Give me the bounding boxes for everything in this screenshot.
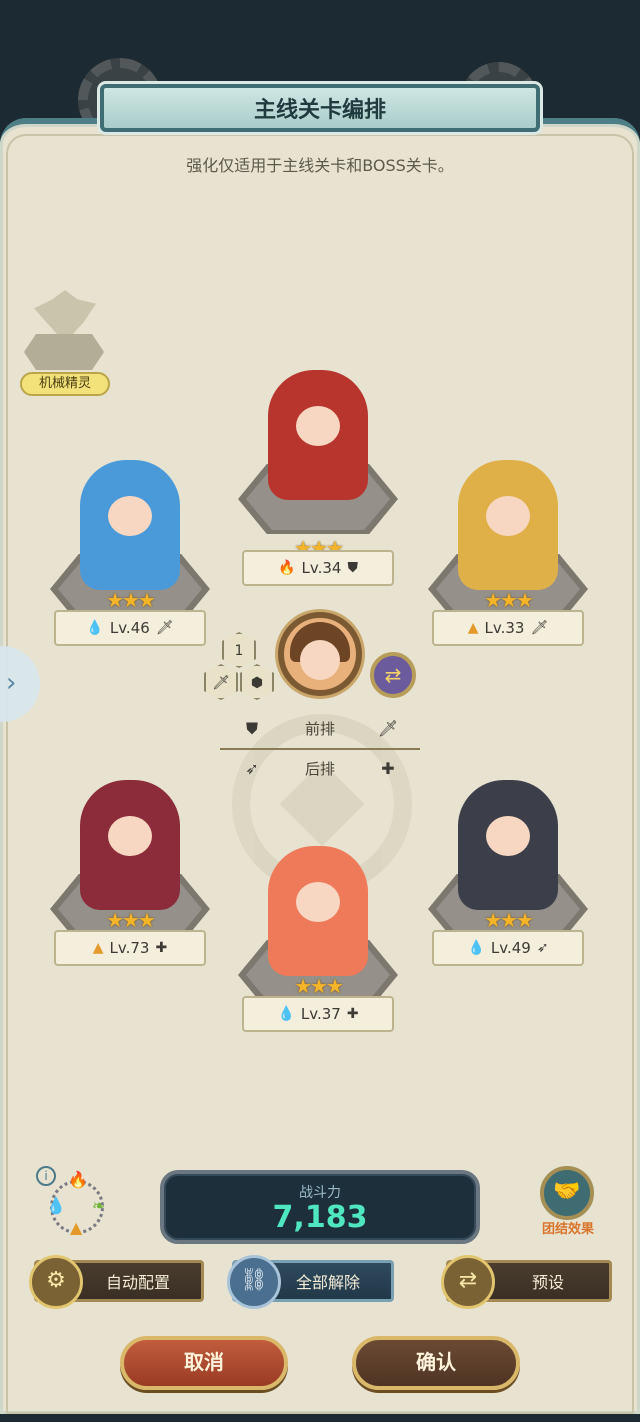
gear-icon: ⚙: [29, 1255, 83, 1309]
water-element-icon: 💧: [277, 1006, 295, 1022]
hero-slot-top-center[interactable]: ★★★ 🔥 Lv.34 ⛊: [228, 370, 408, 586]
shield-icon: ⛊: [245, 718, 258, 738]
hero-stars: ★★★: [484, 588, 534, 612]
archer-role-icon: ➶: [536, 940, 549, 956]
boss-slot[interactable]: 机械精灵: [20, 290, 110, 400]
handshake-icon: 🤝: [540, 1166, 594, 1220]
earth-element-icon: ▲: [92, 940, 104, 956]
page-title: 主线关卡编排: [253, 98, 386, 123]
sword-role-icon: 🗡: [155, 620, 174, 636]
hero-level-card: 🔥 Lv.34 ⛊: [242, 550, 394, 586]
combat-power-panel: 战斗力 7,183: [160, 1170, 480, 1244]
hero-stars: ★★★: [106, 588, 156, 612]
chain-icon: ⛓: [227, 1255, 281, 1309]
hero-slot-bottom-center[interactable]: ★★★ 💧 Lv.37 ✚: [228, 846, 408, 1056]
hero-slot-bottom-right[interactable]: ★★★ 💧 Lv.49 ➶: [418, 780, 598, 990]
subtitle-text: 强化仅适用于主线关卡和BOSS关卡。: [186, 156, 454, 175]
portrait-face: [300, 640, 340, 680]
cancel-button[interactable]: 取消: [120, 1336, 288, 1390]
combat-power-label: 战斗力: [299, 1185, 341, 1201]
legend-divider: [220, 748, 420, 750]
preset-button[interactable]: ⇄ 预设: [441, 1255, 612, 1309]
hero-level-card: ▲ Lv.33 🗡: [432, 610, 584, 646]
sword-role-icon: 🗡: [530, 620, 549, 636]
hero-level: Lv.37: [300, 1005, 341, 1023]
leaf-element-icon: ❧: [92, 1196, 106, 1215]
back-row-legend: ➶ 后排 ✚: [240, 758, 400, 779]
water-element-icon: 💧: [86, 620, 104, 636]
preset-label: 预设: [531, 1273, 564, 1292]
plus-icon: ✚: [381, 759, 395, 778]
hero-level: Lv.33: [484, 619, 525, 637]
hero-figure: [80, 780, 180, 910]
back-row-label: 后排: [304, 760, 335, 778]
water-element-icon: 💧: [46, 1196, 66, 1215]
auto-assign-label: 自动配置: [105, 1273, 170, 1292]
confirm-button[interactable]: 确认: [352, 1336, 520, 1390]
hero-figure: [458, 460, 558, 590]
front-row-legend: ⛊ 前排 🗡: [240, 718, 400, 739]
front-row-label: 前排: [304, 720, 335, 738]
leader-portrait[interactable]: [278, 612, 362, 696]
earth-element-icon: ▲: [467, 620, 479, 636]
water-element-icon: 💧: [467, 940, 485, 956]
combat-power-value: 7,183: [272, 1200, 368, 1235]
info-icon[interactable]: i: [36, 1166, 56, 1186]
support-role-icon: ✚: [346, 1006, 359, 1022]
hero-level: Lv.46: [109, 619, 150, 637]
bond-effect-button[interactable]: 🤝 团结效果: [530, 1166, 606, 1240]
hero-level: Lv.49: [490, 939, 531, 957]
hero-level-card: 💧 Lv.37 ✚: [242, 996, 394, 1032]
sword-icon: 🗡: [377, 719, 399, 738]
earth-element-icon: ▲: [70, 1218, 83, 1237]
leader-panel: 1 🗡 ⬢ ⇄: [200, 612, 430, 722]
hero-stars: ★★★: [294, 974, 344, 998]
hero-figure: [268, 370, 368, 500]
fire-element-icon: 🔥: [68, 1170, 88, 1189]
fire-element-icon: 🔥: [278, 560, 296, 576]
release-all-button[interactable]: ⛓ 全部解除: [227, 1255, 394, 1309]
bow-icon: ➶: [245, 759, 259, 778]
title-banner: 主线关卡编排: [100, 84, 540, 132]
release-all-label: 全部解除: [295, 1273, 360, 1292]
auto-assign-button[interactable]: ⚙ 自动配置: [29, 1255, 204, 1309]
hero-level-card: ▲ Lv.73 ✚: [54, 930, 206, 966]
hero-stars: ★★★: [106, 908, 156, 932]
sword-filter-icon[interactable]: 🗡: [204, 664, 238, 700]
support-role-icon: ✚: [155, 940, 168, 956]
boss-label: 机械精灵: [20, 372, 110, 396]
hero-level-card: 💧 Lv.49 ➶: [432, 930, 584, 966]
hero-stars: ★★★: [484, 908, 534, 932]
row-legend: ⛊ 前排 🗡 ➶ 后排 ✚: [200, 712, 440, 792]
hero-slot-top-right[interactable]: ★★★ ▲ Lv.33 🗡: [418, 460, 598, 670]
hero-figure: [80, 460, 180, 590]
shield-role-icon: ⛊: [347, 560, 358, 576]
hero-figure: [458, 780, 558, 910]
swap-leader-button[interactable]: ⇄: [370, 652, 416, 698]
cube-filter-icon[interactable]: ⬢: [240, 664, 274, 700]
element-wheel[interactable]: i 🔥 💧 ❧ ▲: [36, 1166, 116, 1246]
hero-level: Lv.73: [109, 939, 150, 957]
hero-slot-bottom-left[interactable]: ★★★ ▲ Lv.73 ✚: [40, 780, 220, 990]
hero-slot-top-left[interactable]: ★★★ 💧 Lv.46 🗡: [40, 460, 220, 670]
boss-silhouette-icon: [34, 290, 96, 336]
hero-level-card: 💧 Lv.46 🗡: [54, 610, 206, 646]
boss-pedestal: [24, 334, 104, 370]
bond-effect-label: 团结效果: [541, 1222, 594, 1237]
hero-level: Lv.34: [301, 559, 342, 577]
hero-figure: [268, 846, 368, 976]
slot-number-badge: 1: [222, 632, 256, 668]
chevron-right-icon: ›: [6, 668, 17, 698]
swap-arrows-icon: ⇄: [441, 1255, 495, 1309]
